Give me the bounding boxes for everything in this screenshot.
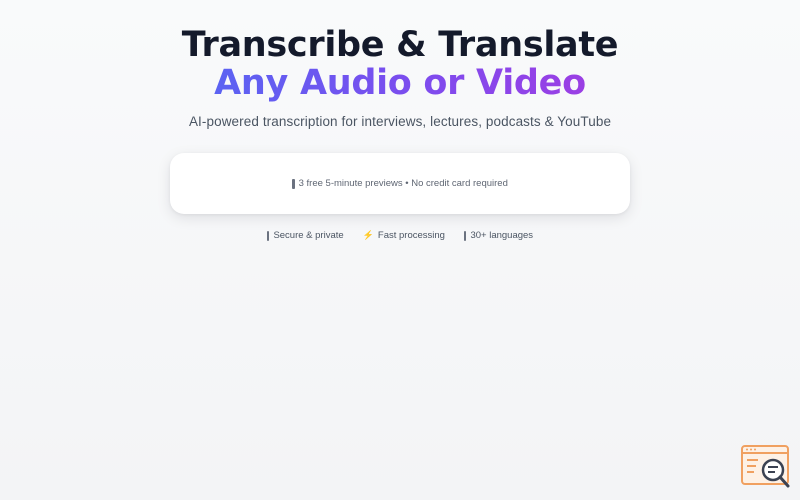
hero: Transcribe & Translate Any Audio or Vide… [0, 26, 800, 129]
lightning-icon: ⚡ [362, 230, 374, 240]
hero-title: Transcribe & Translate Any Audio or Vide… [0, 26, 800, 102]
feature-languages: 30+ languages [463, 230, 534, 241]
bar-icon [292, 178, 295, 189]
feature-fast-label: Fast processing [377, 230, 445, 241]
free-preview-note: 3 free 5-minute previews • No credit car… [292, 178, 508, 189]
free-preview-text: 3 free 5-minute previews • No credit car… [298, 178, 508, 189]
feature-list: Secure & private ⚡ Fast processing 30+ l… [0, 230, 800, 241]
globe-icon [463, 230, 467, 241]
upload-card[interactable]: 3 free 5-minute previews • No credit car… [170, 153, 630, 214]
feature-fast: ⚡ Fast processing [363, 230, 445, 241]
page: Transcribe & Translate Any Audio or Vide… [0, 0, 800, 500]
hero-title-line2: Any Audio or Video [214, 63, 586, 103]
hero-title-line1: Transcribe & Translate [181, 25, 619, 65]
feature-secure: Secure & private [266, 230, 344, 241]
lock-icon [266, 230, 270, 241]
feature-languages-label: 30+ languages [470, 230, 534, 241]
search-document-icon[interactable] [740, 444, 792, 490]
feature-secure-label: Secure & private [273, 230, 344, 241]
hero-subtitle: AI-powered transcription for interviews,… [188, 114, 612, 129]
